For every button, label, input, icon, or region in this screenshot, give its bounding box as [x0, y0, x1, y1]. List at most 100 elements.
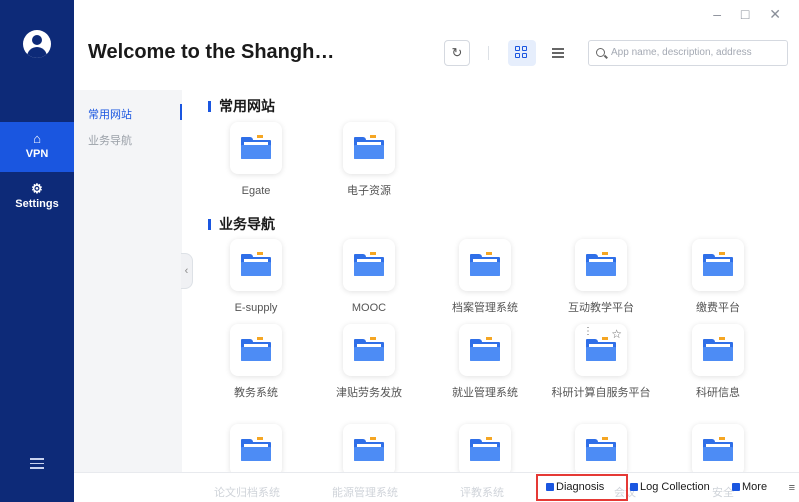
diagnosis-label: Diagnosis — [556, 481, 605, 493]
app-icon — [343, 324, 395, 376]
app-label: 档案管理系统 — [452, 302, 518, 314]
nav-item-vpn[interactable]: ⌂ VPN — [0, 122, 74, 172]
app-tile[interactable]: 津贴劳务发放 — [311, 324, 427, 400]
app-icon — [230, 324, 282, 376]
app-icon — [230, 424, 282, 476]
app-icon — [459, 424, 511, 476]
app-icon — [459, 324, 511, 376]
app-label: 科研计算自服务平台 — [551, 387, 651, 399]
folder-icon — [703, 337, 733, 361]
search-input[interactable]: App name, description, address — [588, 40, 788, 66]
folder-icon — [470, 337, 500, 361]
app-icon — [692, 424, 744, 476]
search-placeholder: App name, description, address — [611, 47, 752, 58]
folder-icon — [586, 337, 616, 361]
refresh-button[interactable]: ↻ — [444, 40, 470, 66]
folder-icon — [241, 437, 271, 461]
diagnosis-icon — [546, 483, 554, 491]
folder-icon — [586, 437, 616, 461]
folder-icon — [241, 337, 271, 361]
folder-icon — [470, 437, 500, 461]
app-tile[interactable]: Egate — [198, 122, 314, 198]
folder-icon — [241, 135, 271, 159]
app-tile[interactable] — [198, 424, 314, 476]
more-dots-icon[interactable]: ⋮ — [583, 326, 593, 337]
window-controls[interactable]: – □ ✕ — [713, 6, 789, 23]
app-label: 科研信息 — [696, 387, 740, 399]
app-tile[interactable]: 缴费平台 — [660, 239, 776, 315]
app-tile[interactable]: ⋮ ☆ 科研计算自服务平台 — [543, 324, 659, 400]
page-title: Welcome to the Shangh… — [88, 41, 335, 63]
faded-app-label: 评教系统 — [460, 487, 504, 499]
app-icon — [230, 122, 282, 174]
app-tile[interactable]: 互动教学平台 — [543, 239, 659, 315]
app-icon — [692, 324, 744, 376]
app-icon — [343, 239, 395, 291]
toolbar-divider — [488, 46, 489, 60]
app-tile[interactable]: 科研信息 — [660, 324, 776, 400]
app-icon — [575, 239, 627, 291]
log-icon — [630, 483, 638, 491]
search-icon — [596, 48, 605, 57]
nav-settings-label: Settings — [15, 198, 59, 210]
app-icon — [575, 424, 627, 476]
section-title-business: 业务导航 — [208, 214, 275, 234]
app-icon: ⋮ ☆ — [575, 324, 627, 376]
folder-icon — [703, 437, 733, 461]
app-label: 电子资源 — [347, 185, 391, 197]
nav-vpn-label: VPN — [25, 148, 49, 160]
app-tile[interactable]: MOOC — [311, 239, 427, 315]
app-icon — [459, 239, 511, 291]
section-title-common: 常用网站 — [208, 96, 275, 116]
list-view-button[interactable] — [544, 40, 572, 66]
app-label: 互动教学平台 — [568, 302, 634, 314]
app-window: ⌂ VPN ⚙ Settings Welcome to the Shangh… … — [0, 0, 799, 502]
app-tile[interactable]: 就业管理系统 — [427, 324, 543, 400]
category-sidebar: 常用网站 业务导航 — [74, 90, 182, 472]
faded-app-label: 能源管理系统 — [332, 487, 398, 499]
faded-app-label: 论文归档系统 — [214, 487, 280, 499]
category-item-business[interactable]: 业务导航 — [88, 132, 132, 148]
app-tile[interactable] — [660, 424, 776, 476]
folder-icon — [470, 252, 500, 276]
app-icon — [343, 424, 395, 476]
app-label: 教务系统 — [234, 387, 278, 399]
bottom-toolbar: 论文归档系统 能源管理系统 评教系统 会议 安全 Diagnosis Log C… — [74, 472, 799, 502]
app-icon — [343, 122, 395, 174]
folder-icon — [586, 252, 616, 276]
app-label: 就业管理系统 — [452, 387, 518, 399]
user-avatar-icon[interactable] — [23, 30, 51, 58]
app-grid-content: 常用网站 Egate 电子资源 业务导航 E-supply MOOC 档案管理系… — [182, 90, 799, 476]
grid-view-button[interactable] — [508, 40, 536, 66]
app-label: MOOC — [351, 302, 387, 314]
app-tile[interactable] — [427, 424, 543, 476]
refresh-icon: ↻ — [451, 45, 463, 60]
app-tile[interactable] — [311, 424, 427, 476]
hamburger-menu-icon[interactable] — [30, 458, 44, 472]
app-label: 津贴劳务发放 — [336, 387, 402, 399]
app-label: E-supply — [234, 302, 278, 314]
category-item-common[interactable]: 常用网站 — [88, 106, 132, 122]
menu-lines-icon[interactable]: ≡ — [789, 482, 795, 494]
log-collection-button[interactable]: Log Collection — [630, 481, 710, 493]
app-tile[interactable]: 档案管理系统 — [427, 239, 543, 315]
app-icon — [230, 239, 282, 291]
folder-icon — [354, 437, 384, 461]
app-tile[interactable]: E-supply — [198, 239, 314, 315]
app-tile[interactable]: 教务系统 — [198, 324, 314, 400]
app-tile[interactable] — [543, 424, 659, 476]
nav-item-settings[interactable]: ⚙ Settings — [0, 180, 74, 220]
folder-icon — [354, 252, 384, 276]
diagnosis-button[interactable]: Diagnosis — [546, 481, 604, 493]
app-icon — [692, 239, 744, 291]
folder-icon — [354, 135, 384, 159]
home-icon: ⌂ — [33, 131, 41, 146]
gear-icon: ⚙ — [31, 181, 43, 196]
log-collection-label: Log Collection — [640, 481, 710, 493]
faded-app-label: 安全 — [712, 487, 734, 499]
folder-icon — [703, 252, 733, 276]
left-nav: ⌂ VPN ⚙ Settings — [0, 0, 74, 502]
more-button[interactable]: More — [732, 481, 767, 493]
more-label: More — [742, 481, 768, 493]
app-tile[interactable]: 电子资源 — [311, 122, 427, 198]
